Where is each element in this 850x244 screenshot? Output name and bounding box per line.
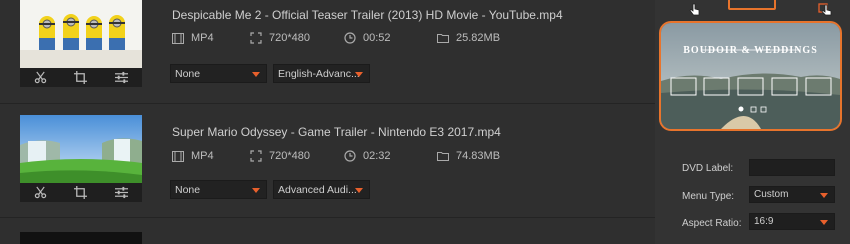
trim-button[interactable] xyxy=(32,186,48,200)
film-icon xyxy=(172,32,184,44)
video-row[interactable] xyxy=(0,218,655,244)
video-thumbnail[interactable] xyxy=(20,232,142,244)
dropdown-arrow-icon xyxy=(820,220,828,225)
dvd-label-label: DVD Label: xyxy=(682,163,734,174)
sliders-icon xyxy=(115,71,129,84)
crop-icon xyxy=(74,71,88,84)
menu-type-label: Menu Type: xyxy=(682,191,735,202)
duration-info: 00:52 xyxy=(344,32,391,44)
format-value: MP4 xyxy=(191,32,214,44)
audio-dropdown[interactable]: Advanced Audi... xyxy=(273,180,370,199)
aspect-ratio-value: 16:9 xyxy=(754,216,774,227)
video-row[interactable]: Despicable Me 2 - Official Teaser Traile… xyxy=(0,0,655,104)
dropdown-arrow-icon xyxy=(820,193,828,198)
crop-button[interactable] xyxy=(73,71,89,85)
thumbnail-toolbar xyxy=(20,183,142,202)
settings-panel: BOUDOIR & WEDDINGS DVD Label: Menu Type:… xyxy=(655,0,850,244)
resolution-value: 720*480 xyxy=(269,32,310,44)
aspect-ratio-label: Aspect Ratio: xyxy=(682,218,742,229)
dropdown-arrow-icon xyxy=(252,72,260,77)
pointer-hand-icon xyxy=(689,3,700,16)
resolution-info: 720*480 xyxy=(250,32,310,44)
menu-type-dropdown[interactable]: Custom xyxy=(749,186,835,203)
folder-icon xyxy=(437,152,449,161)
audio-dropdown[interactable]: English-Advanc... xyxy=(273,64,370,83)
dropdown-arrow-icon xyxy=(355,72,363,77)
format-value: MP4 xyxy=(191,150,214,162)
format-info: MP4 xyxy=(172,32,214,44)
video-title: Despicable Me 2 - Official Teaser Traile… xyxy=(172,8,563,22)
subtitle-value: None xyxy=(175,183,201,196)
effects-button[interactable] xyxy=(114,186,130,200)
menu-type-value: Custom xyxy=(754,189,789,200)
audio-value: Advanced Audi... xyxy=(278,183,357,196)
subtitle-dropdown[interactable]: None xyxy=(170,180,267,199)
film-icon xyxy=(172,150,184,162)
video-row[interactable]: Super Mario Odyssey - Game Trailer - Nin… xyxy=(0,104,655,218)
edit-template-icon[interactable] xyxy=(818,2,834,16)
crop-button[interactable] xyxy=(73,186,89,200)
preview-title: BOUDOIR & WEDDINGS xyxy=(683,45,818,56)
crop-icon xyxy=(74,186,88,199)
size-value: 74.83MB xyxy=(456,150,501,162)
clock-icon xyxy=(344,32,356,44)
format-info: MP4 xyxy=(172,150,214,162)
clock-icon xyxy=(344,150,356,162)
highlight-box xyxy=(728,0,776,10)
size-value: 25.82MB xyxy=(456,32,501,44)
resolution-info: 720*480 xyxy=(250,150,310,162)
scissors-icon xyxy=(34,71,47,84)
effects-button[interactable] xyxy=(114,71,130,85)
scissors-icon xyxy=(34,186,47,199)
resize-icon xyxy=(250,150,262,162)
thumbnail-toolbar xyxy=(20,68,142,87)
trim-button[interactable] xyxy=(32,71,48,85)
subtitle-dropdown[interactable]: None xyxy=(170,64,267,83)
resolution-value: 720*480 xyxy=(269,150,310,162)
dropdown-arrow-icon xyxy=(252,188,260,193)
size-info: 25.82MB xyxy=(437,32,500,44)
video-title: Super Mario Odyssey - Game Trailer - Nin… xyxy=(172,125,501,139)
template-preview[interactable]: BOUDOIR & WEDDINGS xyxy=(659,21,842,131)
dropdown-arrow-icon xyxy=(355,188,363,193)
video-list: Despicable Me 2 - Official Teaser Traile… xyxy=(0,0,655,244)
size-info: 74.83MB xyxy=(437,150,500,162)
resize-icon xyxy=(250,32,262,44)
subtitle-value: None xyxy=(175,67,201,80)
sliders-icon xyxy=(115,186,129,199)
video-thumbnail-mario[interactable] xyxy=(20,115,142,183)
aspect-ratio-dropdown[interactable]: 16:9 xyxy=(749,213,835,230)
duration-value: 00:52 xyxy=(363,32,391,44)
audio-value: English-Advanc... xyxy=(278,67,360,80)
dvd-label-input[interactable] xyxy=(749,159,835,176)
video-thumbnail-minions[interactable] xyxy=(20,0,142,68)
duration-info: 02:32 xyxy=(344,150,391,162)
folder-icon xyxy=(437,34,449,43)
duration-value: 02:32 xyxy=(363,150,391,162)
